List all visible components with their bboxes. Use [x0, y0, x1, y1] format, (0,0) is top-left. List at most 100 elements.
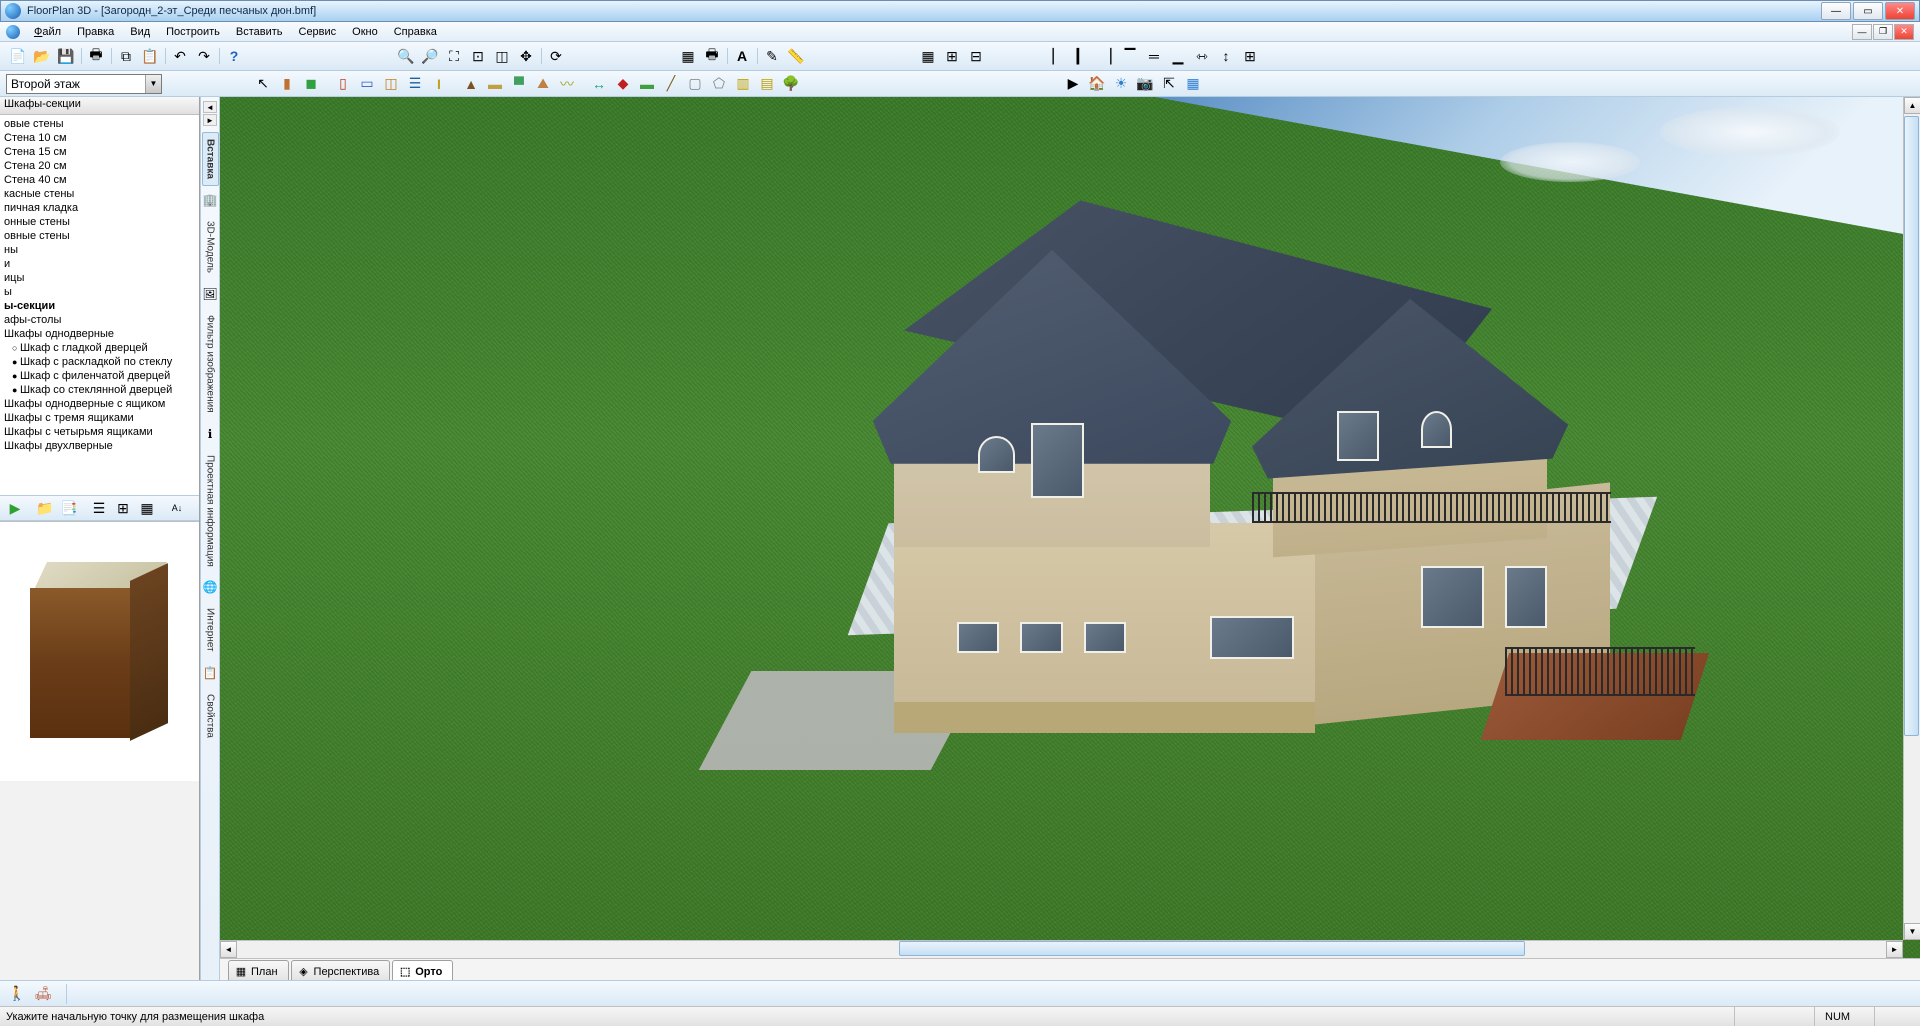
group-button[interactable]: ⊞ — [1239, 45, 1261, 67]
zoom-out-button[interactable]: 🔎 — [419, 45, 441, 67]
view-tab-ortho[interactable]: ⬚ Орто — [392, 960, 453, 980]
list-item[interactable]: Шкаф с гладкой дверцей — [0, 341, 199, 355]
door-tool-button[interactable]: ▯ — [332, 73, 354, 95]
zoom-fit-button[interactable]: ⊡ — [467, 45, 489, 67]
align-right-button[interactable]: ▕ — [1095, 45, 1117, 67]
fence-tool-button[interactable]: ▥ — [732, 73, 754, 95]
align-bottom-button[interactable]: ▁ — [1167, 45, 1189, 67]
line-tool2-button[interactable]: ╱ — [660, 73, 682, 95]
column-tool-button[interactable]: I — [428, 73, 450, 95]
menu-service[interactable]: Сервис — [291, 24, 345, 40]
zoom-window-button[interactable]: ⛶ — [443, 45, 465, 67]
list-item[interactable]: Шкафы однодверные — [0, 327, 199, 341]
opening-tool-button[interactable]: ◫ — [380, 73, 402, 95]
3d-viewport[interactable]: ▲ ▼ ◄ ► — [220, 97, 1920, 958]
list-item[interactable]: овные стены — [0, 229, 199, 243]
list-item[interactable]: Шкафы двухлверные — [0, 439, 199, 453]
zoom-in-button[interactable]: 🔍 — [395, 45, 417, 67]
menu-edit[interactable]: Правка — [69, 24, 122, 40]
side-tab-project-info[interactable]: Проектная информация — [202, 448, 219, 574]
list-item[interactable]: пичная кладка — [0, 201, 199, 215]
list-item[interactable]: Стена 10 см — [0, 131, 199, 145]
list-item[interactable]: Шкафы с тремя ящиками — [0, 411, 199, 425]
distribute-v-button[interactable]: ↕ — [1215, 45, 1237, 67]
scroll-up-button[interactable]: ▲ — [1904, 97, 1920, 114]
menu-window[interactable]: Окно — [344, 24, 386, 40]
lib-view1-button[interactable]: ☰ — [88, 497, 110, 519]
align-left-button[interactable]: ▏ — [1047, 45, 1069, 67]
furniture-tool-button[interactable]: 🛋 — [32, 983, 54, 1005]
scroll-right-button[interactable]: ► — [1886, 941, 1903, 958]
walk-tool-button[interactable]: 🚶 — [6, 983, 28, 1005]
distribute-h-button[interactable]: ⇿ — [1191, 45, 1213, 67]
list-item[interactable]: Стена 15 см — [0, 145, 199, 159]
model3d-icon[interactable]: 🏢 — [202, 192, 218, 208]
list-item[interactable]: Шкафы однодверные с ящиком — [0, 397, 199, 411]
list-item[interactable]: Стена 20 см — [0, 159, 199, 173]
list-item[interactable]: ицы — [0, 271, 199, 285]
close-button[interactable]: ✕ — [1885, 2, 1915, 20]
lib-play-button[interactable]: ▶ — [4, 497, 26, 519]
side-tab-insert[interactable]: Вставка — [202, 132, 219, 186]
menu-view[interactable]: Вид — [122, 24, 158, 40]
scroll-thumb-h[interactable] — [899, 941, 1526, 956]
globe-icon[interactable]: 🌐 — [202, 579, 218, 595]
area-tool-button[interactable]: ▬ — [636, 73, 658, 95]
list-item[interactable]: овые стены — [0, 117, 199, 131]
side-tab-internet[interactable]: Интернет — [202, 601, 219, 659]
side-tab-filter[interactable]: Фильтр изображения — [202, 308, 219, 420]
line-tool-button[interactable]: ✎ — [761, 45, 783, 67]
paste-button[interactable]: 📋 — [139, 45, 161, 67]
view-tab-perspective[interactable]: ◈ Перспектива — [291, 960, 391, 980]
layers-button[interactable]: ▦ — [677, 45, 699, 67]
menu-file[interactable]: Файл — [26, 24, 69, 40]
pan-button[interactable]: ✥ — [515, 45, 537, 67]
polygon-tool-button[interactable]: ⬠ — [708, 73, 730, 95]
scroll-left-button[interactable]: ◄ — [220, 941, 237, 958]
side-tab-properties[interactable]: Свойства — [202, 687, 219, 745]
grid-button[interactable]: ▦ — [917, 45, 939, 67]
viewport-scrollbar-h[interactable]: ◄ ► — [220, 940, 1903, 958]
camera-button[interactable]: 📷 — [1134, 73, 1156, 95]
list-item[interactable]: Шкафы с четырьмя ящиками — [0, 425, 199, 439]
list-item[interactable]: ны — [0, 243, 199, 257]
align-center-button[interactable]: ▎ — [1071, 45, 1093, 67]
plant-tool-button[interactable]: 🌳 — [780, 73, 802, 95]
dim-tool-button[interactable]: ↔ — [588, 73, 610, 95]
list-item[interactable]: Шкаф с раскладкой по стеклу — [0, 355, 199, 369]
terrain-tool-button[interactable]: ⛰ — [532, 73, 554, 95]
list-item[interactable]: Шкаф с филенчатой дверцей — [0, 369, 199, 383]
viewport-scrollbar-v[interactable]: ▲ ▼ — [1903, 97, 1920, 940]
ruler-tool-button[interactable]: 📏 — [785, 45, 807, 67]
menu-help[interactable]: Справка — [386, 24, 445, 40]
info-icon[interactable]: ℹ — [202, 426, 218, 442]
render-button[interactable]: ▶ — [1062, 73, 1084, 95]
lib-sort-button[interactable]: A↓ — [166, 497, 188, 519]
menu-build[interactable]: Построить — [158, 24, 228, 40]
note-tool-button[interactable]: ◆ — [612, 73, 634, 95]
floor-select[interactable]: Второй этаж ▼ — [6, 74, 162, 94]
list-item[interactable]: ы — [0, 285, 199, 299]
side-scroll-right[interactable]: ► — [203, 114, 217, 126]
redo-button[interactable]: ↷ — [193, 45, 215, 67]
house-button[interactable]: 🏠 — [1086, 73, 1108, 95]
list-item[interactable]: ы-секции — [0, 299, 199, 313]
view-tab-plan[interactable]: ▦ План — [228, 960, 289, 980]
text-tool-button[interactable]: A — [731, 45, 753, 67]
minimize-button[interactable]: — — [1821, 2, 1851, 20]
maximize-button[interactable]: ▭ — [1853, 2, 1883, 20]
rect-tool-button[interactable]: ▢ — [684, 73, 706, 95]
side-scroll-left[interactable]: ◄ — [203, 101, 217, 113]
copy-button[interactable]: ⧉ — [115, 45, 137, 67]
wall-tool-button[interactable]: ▮ — [276, 73, 298, 95]
export-button[interactable]: ⇱ — [1158, 73, 1180, 95]
lib-view3-button[interactable]: ▦ — [136, 497, 158, 519]
save-button[interactable]: 💾 — [55, 45, 77, 67]
window-tool-button[interactable]: ▭ — [356, 73, 378, 95]
scroll-thumb-v[interactable] — [1904, 116, 1919, 736]
undo-button[interactable]: ↶ — [169, 45, 191, 67]
stairs-tool-button[interactable]: ☰ — [404, 73, 426, 95]
ortho-snap-button[interactable]: ⊟ — [965, 45, 987, 67]
print-layout-button[interactable]: 🖶 — [701, 45, 723, 67]
menu-insert[interactable]: Вставить — [228, 24, 291, 40]
